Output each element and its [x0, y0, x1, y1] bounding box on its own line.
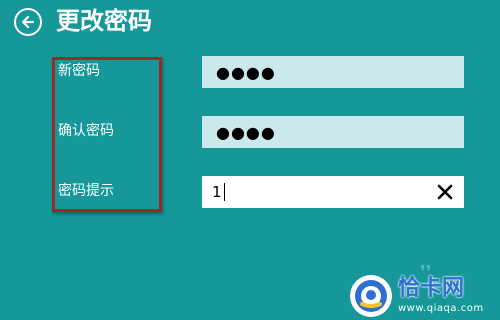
password-hint-field[interactable]: 1: [202, 176, 464, 208]
password-hint-value: 1: [212, 183, 223, 201]
text-caret: [223, 183, 225, 201]
confirm-password-field[interactable]: ●●●●: [202, 116, 464, 148]
watermark-logo-icon: [350, 275, 392, 317]
highlight-annotation-box: [52, 57, 162, 212]
watermark-name: 恰卡网: [398, 276, 465, 301]
new-password-field[interactable]: ●●●●: [202, 56, 464, 88]
close-icon: [437, 184, 453, 200]
watermark-url: www.qiaqa.com: [398, 303, 484, 314]
new-password-value: ●●●●: [216, 62, 276, 82]
page-title: 更改密码: [56, 7, 152, 35]
clear-button[interactable]: [435, 182, 455, 202]
back-arrow-icon: [21, 15, 35, 29]
back-button[interactable]: [14, 8, 42, 36]
watermark: 恰卡网 www.qiaqa.com: [350, 274, 498, 318]
confirm-password-value: ●●●●: [216, 122, 276, 142]
